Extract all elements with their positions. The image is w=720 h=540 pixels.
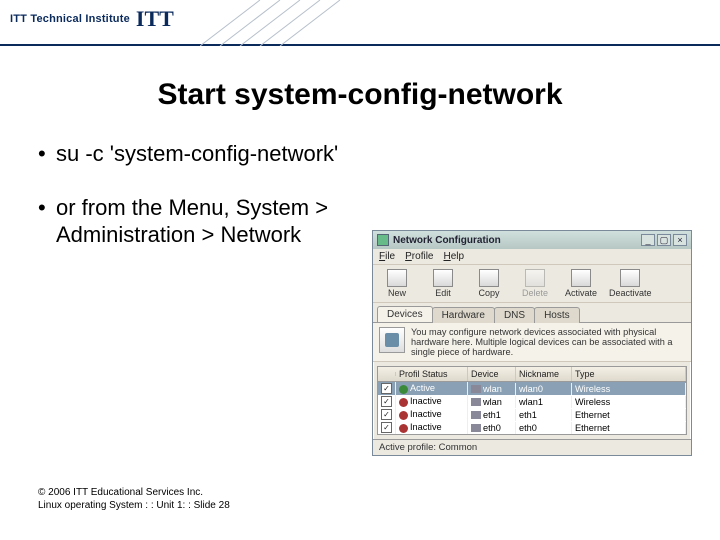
info-text: You may configure network devices associ… — [411, 327, 685, 357]
activate-button[interactable]: Activate — [563, 269, 599, 298]
minimize-button[interactable]: _ — [641, 234, 655, 246]
copy-icon — [479, 269, 499, 287]
toolbar: New Edit Copy Delete Activate Deactivate — [373, 265, 691, 303]
slide-footer: © 2006 ITT Educational Services Inc. Lin… — [38, 487, 230, 512]
device-icon — [471, 411, 481, 419]
tab-devices[interactable]: Devices — [377, 306, 433, 322]
bullet-dot: • — [38, 194, 56, 222]
activate-icon — [571, 269, 591, 287]
table-row[interactable]: ✓Inactiveeth0eth0Ethernet — [378, 421, 686, 434]
new-icon — [387, 269, 407, 287]
deactivate-button[interactable]: Deactivate — [609, 269, 652, 298]
edit-icon — [433, 269, 453, 287]
row-checkbox[interactable]: ✓ — [381, 409, 392, 420]
row-checkbox[interactable]: ✓ — [381, 422, 392, 433]
status-icon — [399, 411, 408, 420]
edit-button[interactable]: Edit — [425, 269, 461, 298]
new-button[interactable]: New — [379, 269, 415, 298]
bullet-text: su -c 'system-config-network' — [56, 140, 338, 168]
copyright: © 2006 ITT Educational Services Inc. — [38, 487, 230, 500]
deactivate-icon — [620, 269, 640, 287]
tab-dns[interactable]: DNS — [494, 307, 535, 323]
network-card-icon — [379, 327, 405, 353]
titlebar[interactable]: Network Configuration _ ▢ × — [373, 231, 691, 249]
table-row[interactable]: ✓Activewlanwlan0Wireless — [378, 382, 686, 395]
brand: ITT Technical Institute ITT — [10, 6, 720, 32]
maximize-button[interactable]: ▢ — [657, 234, 671, 246]
slide-header: ITT Technical Institute ITT — [0, 0, 720, 46]
device-icon — [471, 385, 481, 393]
window-title: Network Configuration — [393, 235, 501, 246]
row-checkbox[interactable]: ✓ — [381, 383, 392, 394]
menu-help[interactable]: Help — [443, 251, 464, 262]
brand-logo: ITT — [136, 6, 174, 32]
status-icon — [399, 424, 408, 433]
brand-text: ITT Technical Institute — [10, 13, 130, 25]
delete-icon — [525, 269, 545, 287]
menu-profile[interactable]: Profile — [405, 251, 433, 262]
tab-hosts[interactable]: Hosts — [534, 307, 580, 323]
menu-file[interactable]: File — [379, 251, 395, 262]
statusbar: Active profile: Common — [373, 439, 691, 455]
device-icon — [471, 398, 481, 406]
table-row[interactable]: ✓Inactivewlanwlan1Wireless — [378, 395, 686, 408]
slide-title: Start system-config-network — [0, 78, 720, 112]
bullet-text: or from the Menu, System > Administratio… — [56, 194, 376, 249]
delete-button: Delete — [517, 269, 553, 298]
close-button[interactable]: × — [673, 234, 687, 246]
row-checkbox[interactable]: ✓ — [381, 396, 392, 407]
col-profile-status[interactable]: Profil Status — [396, 367, 468, 381]
device-table: Profil StatusDeviceNicknameType✓Activewl… — [377, 366, 687, 435]
device-icon — [471, 424, 481, 432]
col-type[interactable]: Type — [572, 367, 686, 381]
slide-info: Linux operating System : : Unit 1: : Sli… — [38, 500, 230, 513]
col-nickname[interactable]: Nickname — [516, 367, 572, 381]
status-icon — [399, 385, 408, 394]
col-check — [378, 372, 396, 376]
menubar: File Profile Help — [373, 249, 691, 265]
copy-button[interactable]: Copy — [471, 269, 507, 298]
status-icon — [399, 398, 408, 407]
tab-hardware[interactable]: Hardware — [432, 307, 495, 323]
window-icon — [377, 234, 389, 246]
table-row[interactable]: ✓Inactiveeth1eth1Ethernet — [378, 408, 686, 421]
col-device[interactable]: Device — [468, 367, 516, 381]
tabs: DevicesHardwareDNSHosts — [373, 303, 691, 323]
bullet-dot: • — [38, 140, 56, 168]
network-config-window: Network Configuration _ ▢ × File Profile… — [372, 230, 692, 456]
table-header: Profil StatusDeviceNicknameType — [378, 367, 686, 382]
bullet-item: • su -c 'system-config-network' — [38, 140, 682, 168]
info-panel: You may configure network devices associ… — [373, 323, 691, 362]
